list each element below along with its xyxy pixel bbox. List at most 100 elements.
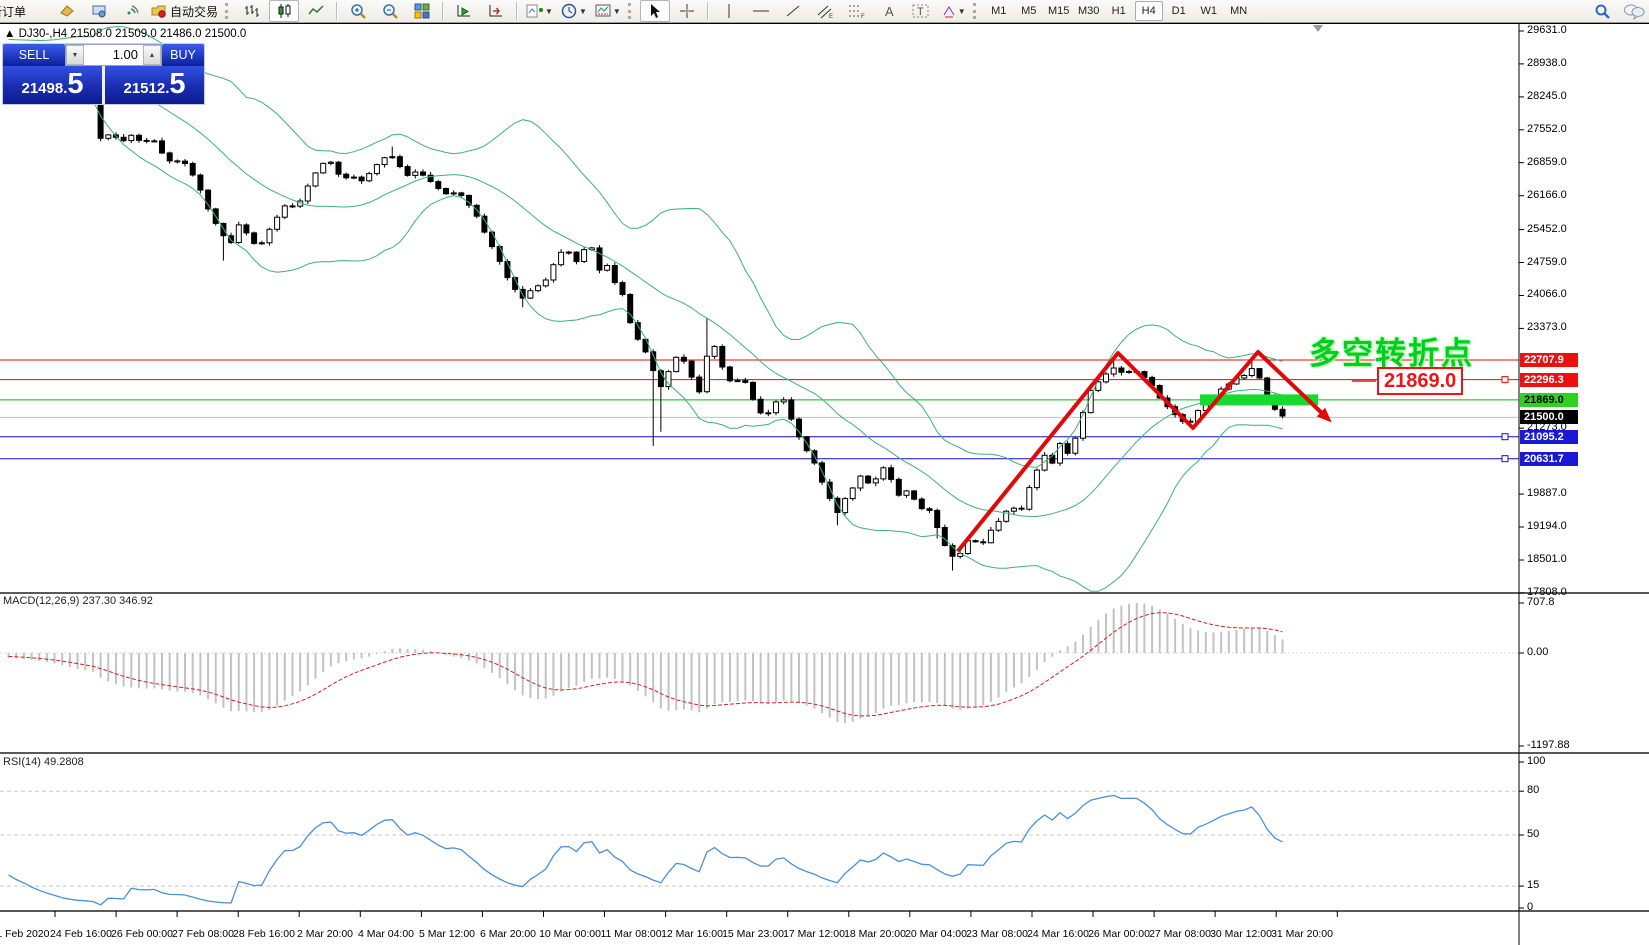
fibo-shape xyxy=(849,6,861,16)
volume-stepper: ▼ 1.00 ▲ xyxy=(65,44,162,66)
candle-body xyxy=(482,216,487,232)
trend-zigzag[interactable] xyxy=(958,352,1326,551)
candle-body xyxy=(1257,369,1262,378)
candle-body xyxy=(1073,438,1078,453)
buy-tab[interactable]: BUY xyxy=(162,44,204,66)
cursor-icon[interactable] xyxy=(640,0,670,22)
candle-body xyxy=(789,400,794,419)
handle-shape xyxy=(393,14,397,18)
candle-body xyxy=(236,225,241,243)
candle-body xyxy=(421,172,426,175)
timeframe-m5[interactable]: M5 xyxy=(1015,1,1043,21)
candlestick-chart-icon[interactable] xyxy=(269,0,299,22)
candle-body xyxy=(405,167,410,176)
market-watch-icon[interactable] xyxy=(52,0,82,22)
candle-body xyxy=(206,190,211,209)
candle-body xyxy=(382,158,387,165)
candle-body xyxy=(359,177,364,181)
fibonacci-icon[interactable]: F xyxy=(842,0,872,22)
autotrading-button[interactable]: 自动交易 xyxy=(148,3,221,20)
candle-body xyxy=(927,509,932,511)
sell-price-frac: 5 xyxy=(67,68,83,101)
signal-dot xyxy=(128,12,131,15)
new-order-button[interactable]: 新订单 xyxy=(0,3,50,20)
candle-body xyxy=(743,381,748,383)
candle-body xyxy=(1011,508,1016,511)
candle-body xyxy=(612,266,617,283)
bubble-tail-shape xyxy=(1634,16,1638,19)
candle-body xyxy=(896,479,901,495)
candle-body xyxy=(1127,372,1132,373)
chevron-down-icon: ▼ xyxy=(579,7,587,16)
play-shape xyxy=(462,8,468,15)
fibo-f-letter: F xyxy=(861,14,865,19)
buy-price-button[interactable]: 21512.5 xyxy=(105,66,204,104)
text-label-icon[interactable]: T xyxy=(906,0,936,22)
hline-handle[interactable] xyxy=(1502,377,1508,383)
trendline-icon[interactable] xyxy=(778,0,808,22)
candle-body xyxy=(1111,368,1116,374)
chart-shift-icon[interactable] xyxy=(481,0,511,22)
candle-body xyxy=(1265,378,1270,396)
tile-windows-icon[interactable] xyxy=(407,0,437,22)
sell-price-button[interactable]: 21498.5 xyxy=(3,66,102,104)
candle-body xyxy=(697,377,702,392)
candle-body xyxy=(1065,444,1070,454)
timeframe-m15[interactable]: M15 xyxy=(1045,1,1073,21)
zoom-in-icon[interactable] xyxy=(343,0,373,22)
symbol-marker-icon: ▲ xyxy=(4,28,15,40)
pointer-shape xyxy=(651,4,660,18)
periods-icon[interactable]: ▼ xyxy=(558,0,590,22)
macd-layer xyxy=(9,603,1283,723)
volume-input[interactable]: 1.00 xyxy=(84,45,143,65)
equidistant-channel-icon[interactable]: E xyxy=(810,0,840,22)
toolbar-grip xyxy=(973,3,979,19)
candle-body xyxy=(144,140,149,141)
candle-body xyxy=(628,295,633,323)
hline-handle[interactable] xyxy=(1502,434,1508,440)
buy-price-int: 21512 xyxy=(123,80,165,97)
horizontal-line-icon[interactable] xyxy=(746,0,776,22)
zoom-out-icon[interactable] xyxy=(375,0,405,22)
ohlc-close: 21500.0 xyxy=(205,28,247,40)
timeframe-mn[interactable]: MN xyxy=(1225,1,1253,21)
search-icon[interactable] xyxy=(1587,0,1617,22)
buy-price-frac: 5 xyxy=(169,68,185,101)
sell-tab[interactable]: SELL xyxy=(3,44,65,66)
signal-icon[interactable] xyxy=(116,0,146,22)
bar-chart-icon[interactable] xyxy=(237,0,267,22)
timeframe-m1[interactable]: M1 xyxy=(985,1,1013,21)
a-letter: A xyxy=(885,4,894,19)
arrows-icon[interactable]: ▼ xyxy=(938,0,969,22)
terminal-icon[interactable] xyxy=(84,0,114,22)
timeframe-h4[interactable]: H4 xyxy=(1135,1,1163,21)
candle-body xyxy=(1104,374,1109,382)
indicators-icon[interactable]: ▼ xyxy=(523,0,556,22)
timeframe-w1[interactable]: W1 xyxy=(1195,1,1223,21)
chart-shift-marker xyxy=(1313,25,1323,32)
templates-icon[interactable]: ▼ xyxy=(592,0,624,22)
text-icon[interactable]: A xyxy=(874,0,904,22)
auto-scroll-icon[interactable] xyxy=(449,0,479,22)
candle-body xyxy=(574,252,579,262)
hline-handle[interactable] xyxy=(1502,456,1508,462)
tline-shape xyxy=(787,6,799,16)
bollinger-lower xyxy=(9,60,1283,591)
candle-body xyxy=(720,347,725,368)
autotrading-label: 自动交易 xyxy=(170,3,218,20)
crosshair-icon[interactable] xyxy=(672,0,702,22)
timeframe-h1[interactable]: H1 xyxy=(1105,1,1133,21)
candle-body xyxy=(444,189,449,194)
timeframe-m30[interactable]: M30 xyxy=(1075,1,1103,21)
volume-up-button[interactable]: ▲ xyxy=(143,45,161,65)
chat-icon[interactable] xyxy=(1619,0,1649,22)
level-price-label[interactable]: 21869.0 xyxy=(1377,367,1463,395)
candle-body xyxy=(873,479,878,483)
vertical-line-icon[interactable] xyxy=(714,0,744,22)
timeframe-d1[interactable]: D1 xyxy=(1165,1,1193,21)
doc-shape xyxy=(527,5,537,17)
tile1 xyxy=(415,4,421,10)
volume-down-button[interactable]: ▼ xyxy=(66,45,84,65)
line-chart-icon[interactable] xyxy=(301,0,331,22)
candle-body xyxy=(290,206,295,207)
